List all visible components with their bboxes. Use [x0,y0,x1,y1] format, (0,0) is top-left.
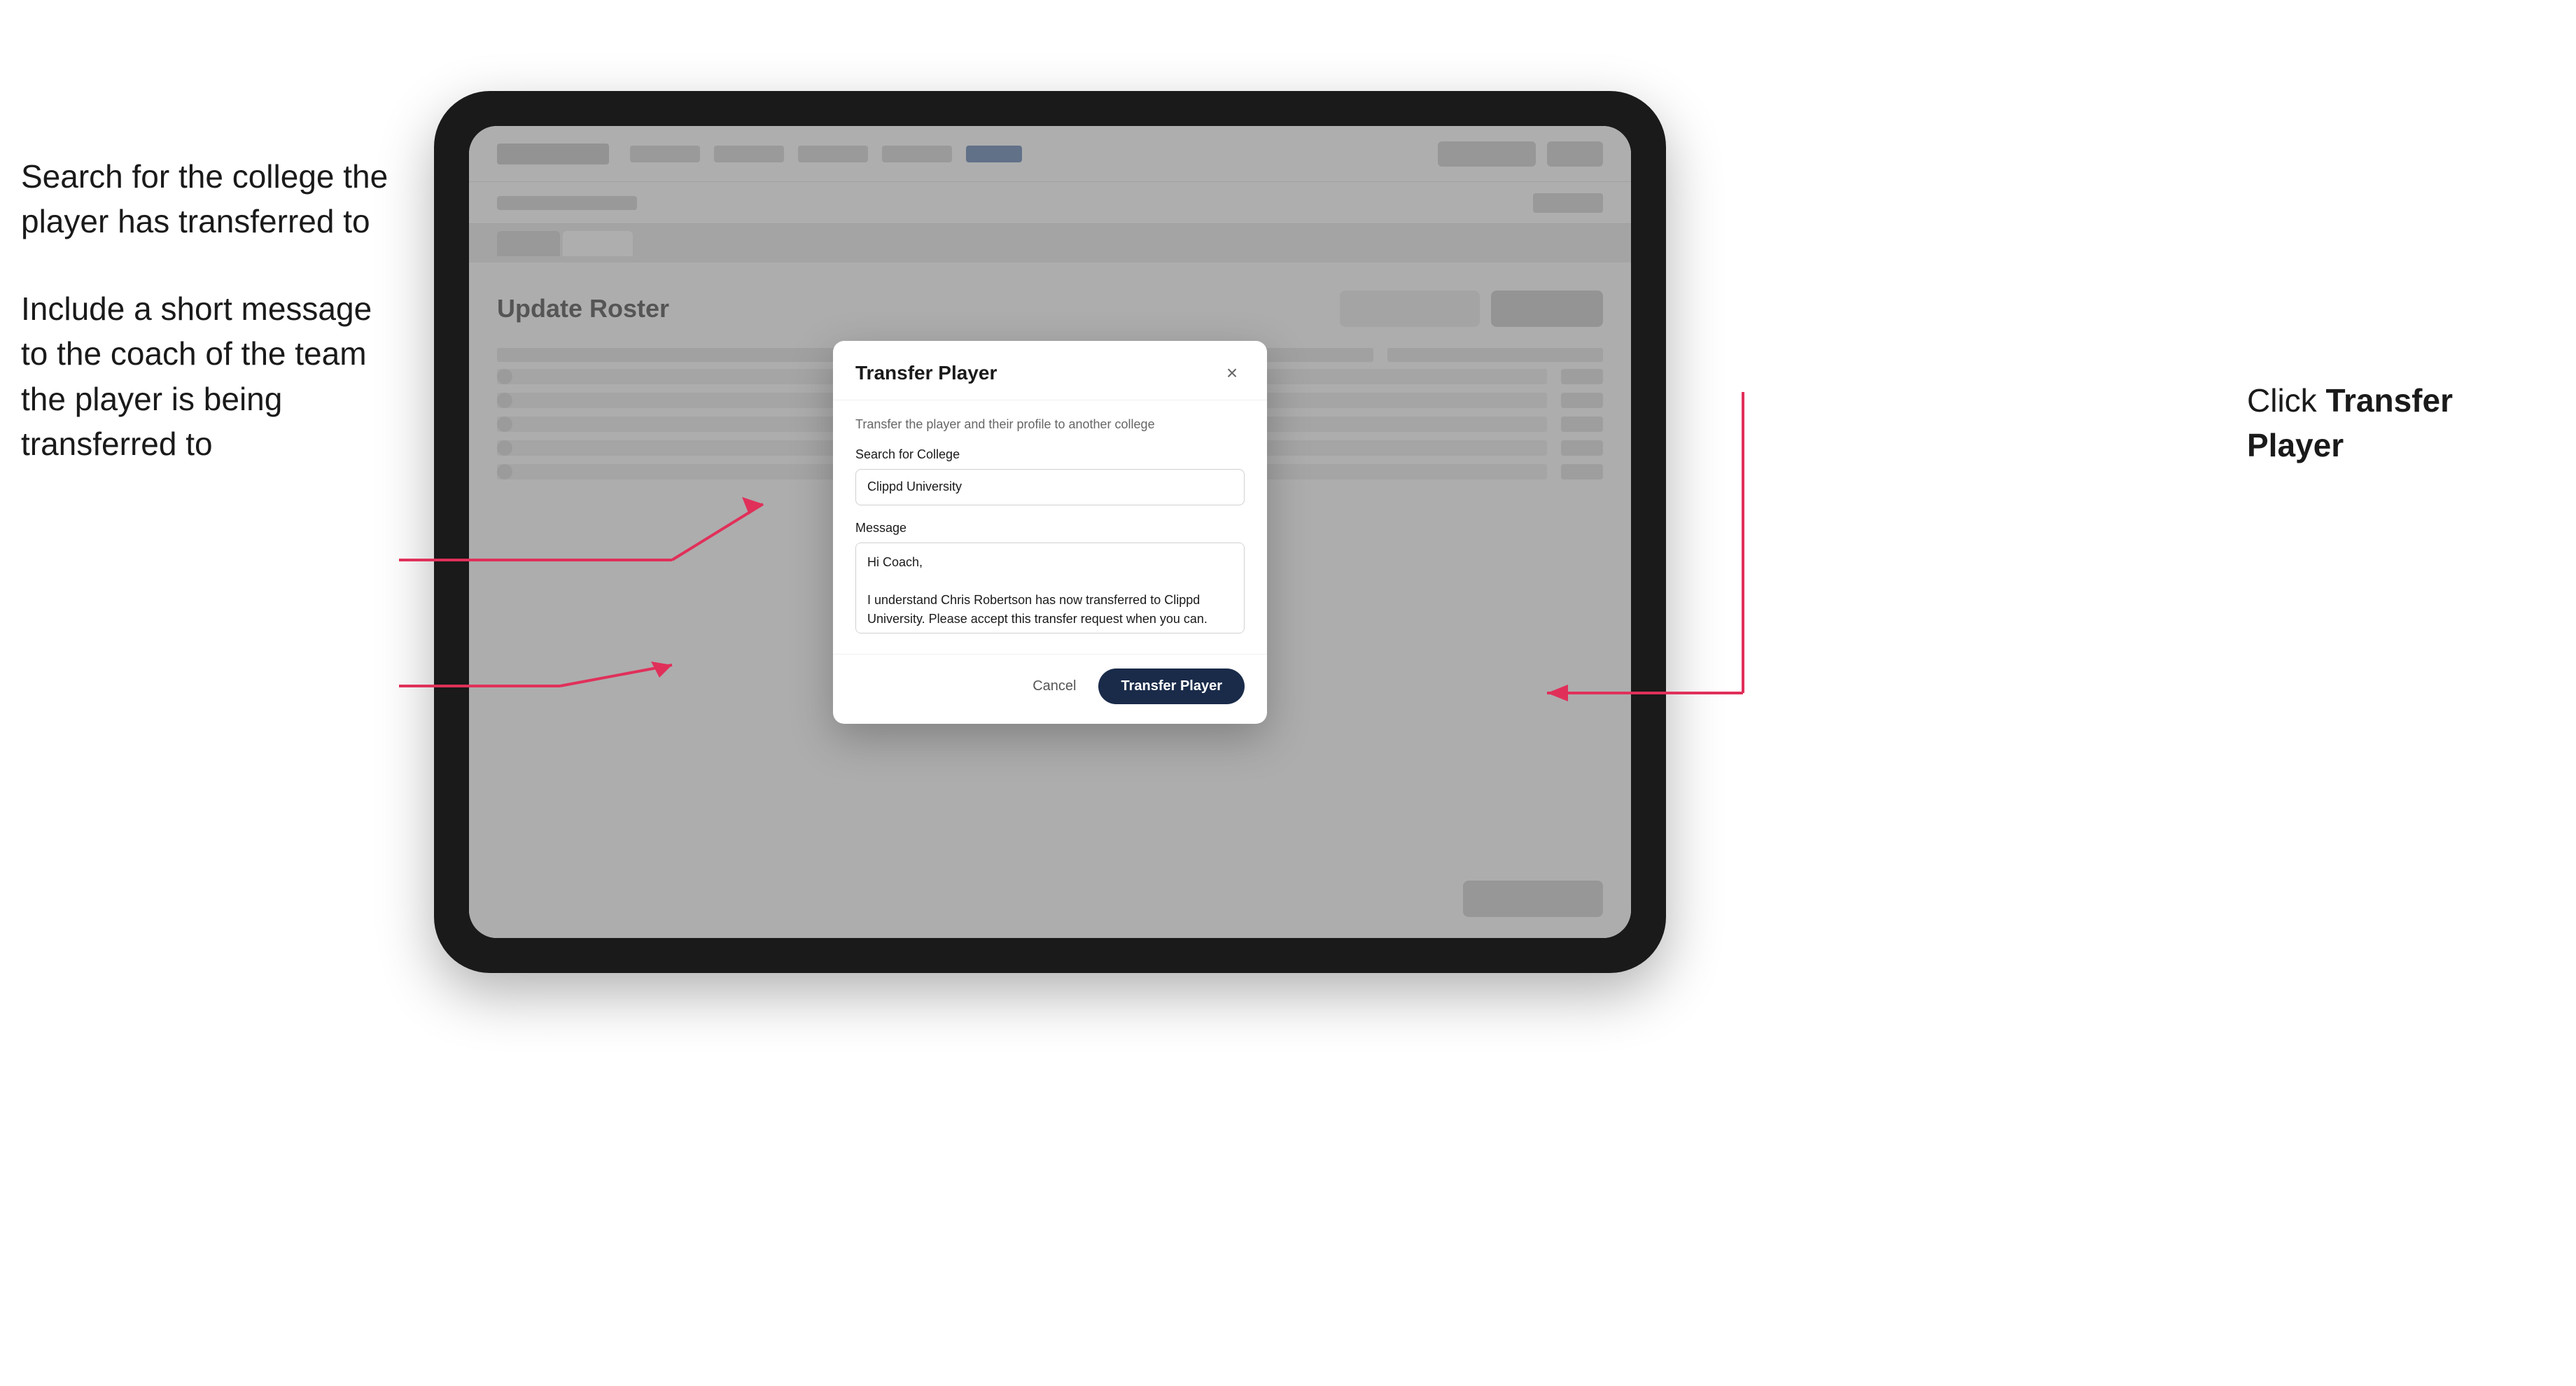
modal-body: Transfer the player and their profile to… [833,400,1267,654]
transfer-player-modal: Transfer Player × Transfer the player an… [833,341,1267,724]
search-for-college-label: Search for College [855,447,1245,462]
ipad-screen: Update Roster [469,126,1631,938]
ipad-frame: Update Roster [434,91,1666,973]
modal-close-button[interactable]: × [1219,360,1245,386]
modal-header: Transfer Player × [833,341,1267,400]
annotation-left-top: Search for the college the player has tr… [21,154,399,508]
modal-overlay: Transfer Player × Transfer the player an… [469,126,1631,938]
modal-subtitle: Transfer the player and their profile to… [855,417,1245,432]
college-search-input[interactable] [855,469,1245,505]
message-textarea[interactable]: Hi Coach, I understand Chris Robertson h… [855,542,1245,634]
annotation-text-top: Search for the college the player has tr… [21,154,399,244]
annotation-right: Click Transfer Player [2247,378,2555,510]
annotation-text-bottom: Include a short message to the coach of … [21,286,399,467]
transfer-player-button[interactable]: Transfer Player [1098,668,1245,704]
annotation-text-right: Click Transfer Player [2247,378,2555,468]
modal-title: Transfer Player [855,362,997,384]
cancel-button[interactable]: Cancel [1021,671,1087,701]
message-label: Message [855,521,1245,536]
modal-footer: Cancel Transfer Player [833,654,1267,724]
